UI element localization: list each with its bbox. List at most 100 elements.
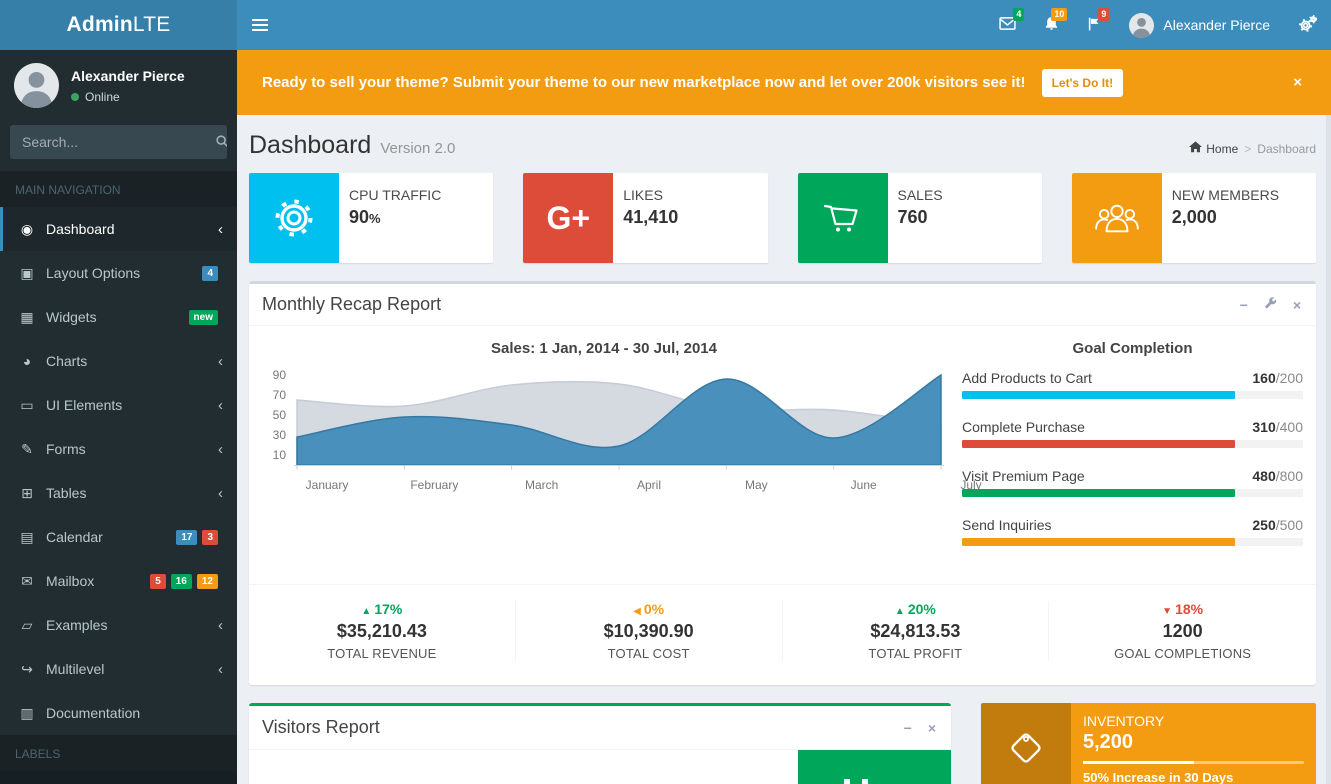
search-button[interactable]: [215, 125, 227, 159]
calendar-icon: ▤: [15, 529, 39, 546]
stat-direction-icon: ▲: [895, 606, 905, 617]
x-axis-tick-label: January: [306, 478, 349, 492]
user-menu[interactable]: Alexander Pierce: [1115, 0, 1284, 50]
y-axis-tick-label: 70: [262, 388, 286, 402]
lets-do-it-button[interactable]: Let's Do It!: [1042, 69, 1124, 97]
wrench-icon: [1264, 297, 1277, 313]
x-axis-tick-label: June: [851, 478, 877, 492]
sidebar-item-widgets[interactable]: ▦ Widgets new: [0, 295, 237, 339]
progress-group: Send Inquiries 250/500: [962, 517, 1303, 546]
goal-completion-title: Goal Completion: [962, 340, 1303, 357]
messages-menu[interactable]: 4: [985, 0, 1030, 50]
visitors-stats-pane: [798, 750, 951, 784]
banner-close-icon[interactable]: ×: [1289, 74, 1306, 91]
menu-item-badge: 12: [197, 574, 218, 589]
visitors-box-title: Visitors Report: [262, 717, 380, 738]
menu-item-badges: 173: [176, 530, 218, 545]
shopping-cart-icon: [798, 173, 888, 263]
sidebar-filler: [0, 771, 237, 784]
info-box-label: LIKES: [623, 187, 678, 203]
sparkbar-bar: [862, 779, 868, 784]
sidebar-item-ui-elements[interactable]: ▭ UI Elements ‹: [0, 383, 237, 427]
chevron-left-icon: ‹: [218, 222, 223, 237]
stat-label: TOTAL COST: [516, 646, 782, 661]
goal-completion-column: Goal Completion Add Products to Cart 160…: [958, 336, 1303, 584]
chevron-left-icon: ‹: [218, 486, 223, 501]
box-title: Monthly Recap Report: [262, 294, 441, 315]
stat-label: TOTAL REVENUE: [249, 646, 515, 661]
progress-bar-track: [962, 440, 1303, 448]
sidebar-item-charts[interactable]: ◕ Charts ‹: [0, 339, 237, 383]
sidebar-toggle-button[interactable]: [237, 0, 283, 50]
close-button[interactable]: ×: [923, 719, 941, 737]
mailbox-icon: ✉: [15, 573, 39, 590]
stat-percentage: ▲20%: [783, 601, 1049, 617]
menu-item-badge: new: [189, 310, 218, 325]
messages-badge: 4: [1013, 8, 1024, 21]
sidebar-search: [10, 125, 227, 159]
chevron-left-icon: ‹: [218, 618, 223, 633]
content-header: Dashboard Version 2.0 Home > Dashboard: [237, 115, 1331, 160]
sidebar-item-multilevel[interactable]: ↪ Multilevel ‹: [0, 647, 237, 691]
chart-title: Sales: 1 Jan, 2014 - 30 Jul, 2014: [264, 340, 944, 357]
menu-item-badges: 51612: [150, 574, 218, 589]
sidebar-item-tables[interactable]: ⊞ Tables ‹: [0, 471, 237, 515]
notifications-menu[interactable]: 10: [1030, 0, 1073, 50]
sidebar-user-name: Alexander Pierce: [71, 68, 185, 84]
sidebar-item-mailbox[interactable]: ✉ Mailbox 51612: [0, 559, 237, 603]
nav-section-label-main: MAIN NAVIGATION: [0, 171, 237, 207]
search-input[interactable]: [10, 125, 215, 159]
stat-block: ▲17% $35,210.43 TOTAL REVENUE: [249, 601, 516, 661]
settings-button[interactable]: [1259, 295, 1282, 314]
notifications-badge: 10: [1051, 8, 1067, 21]
control-sidebar-toggle[interactable]: [1284, 0, 1331, 50]
tables-icon: ⊞: [15, 485, 39, 502]
home-icon: [1189, 141, 1202, 156]
goal-progress-list: Add Products to Cart 160/200 Compl: [962, 370, 1303, 546]
sales-chart: 1030507090 JanuaryFebruaryMarchAprilMayJ…: [264, 370, 944, 496]
menu-item-label: Forms: [46, 441, 86, 457]
sales-area-chart: [294, 370, 944, 470]
sidebar-item-forms[interactable]: ✎ Forms ‹: [0, 427, 237, 471]
scrollbar[interactable]: [1326, 115, 1331, 784]
close-icon: ×: [928, 720, 936, 736]
collapse-button[interactable]: −: [899, 719, 917, 737]
sidebar-item-dashboard[interactable]: ◉ Dashboard ‹: [0, 207, 237, 251]
recap-box-body: Sales: 1 Jan, 2014 - 30 Jul, 2014 103050…: [249, 326, 1316, 584]
visitors-sparkbar: [844, 750, 904, 784]
info-box-label: SALES: [898, 187, 943, 203]
content-area: Ready to sell your theme? Submit your th…: [237, 50, 1331, 784]
progress-group: Complete Purchase 310/400: [962, 419, 1303, 448]
inventory-progress-bar: [1083, 761, 1194, 764]
tasks-badge: 9: [1098, 8, 1109, 21]
gear-icon: [249, 173, 339, 263]
sidebar-item-layout-options[interactable]: ▣ Layout Options 4: [0, 251, 237, 295]
breadcrumb-home[interactable]: Home: [1189, 141, 1238, 156]
tasks-menu[interactable]: 9: [1073, 0, 1115, 50]
brand-logo[interactable]: AdminLTE: [0, 0, 237, 50]
info-box-value: 41,410: [623, 207, 678, 228]
inventory-value: 5,200: [1083, 731, 1304, 754]
menu-item-label: Charts: [46, 353, 87, 369]
sidebar-item-documentation[interactable]: ▥ Documentation: [0, 691, 237, 735]
tag-icon: [981, 703, 1071, 784]
menu-item-badges: new: [189, 310, 218, 325]
progress-number: 160/200: [1252, 370, 1303, 386]
sidebar-item-examples[interactable]: ▱ Examples ‹: [0, 603, 237, 647]
stat-label: GOAL COMPLETIONS: [1049, 646, 1316, 661]
chevron-left-icon: ‹: [218, 662, 223, 677]
x-axis-tick-label: March: [525, 478, 558, 492]
top-navbar: 4 10 9 Alex: [237, 0, 1331, 50]
inventory-note: 50% Increase in 30 Days: [1083, 770, 1304, 784]
inventory-progress-track: [1083, 761, 1304, 764]
chevron-left-icon: ‹: [218, 442, 223, 457]
user-status[interactable]: Online: [71, 90, 185, 104]
navbar-right-menu: 4 10 9 Alex: [985, 0, 1331, 50]
sidebar-item-calendar[interactable]: ▤ Calendar 173: [0, 515, 237, 559]
close-button[interactable]: ×: [1288, 296, 1306, 314]
collapse-button[interactable]: −: [1235, 296, 1253, 314]
info-box-value: 2,000: [1172, 207, 1279, 228]
dashboard-icon: ◉: [15, 221, 39, 238]
progress-bar: [962, 538, 1235, 546]
user-avatar: [1129, 13, 1154, 38]
